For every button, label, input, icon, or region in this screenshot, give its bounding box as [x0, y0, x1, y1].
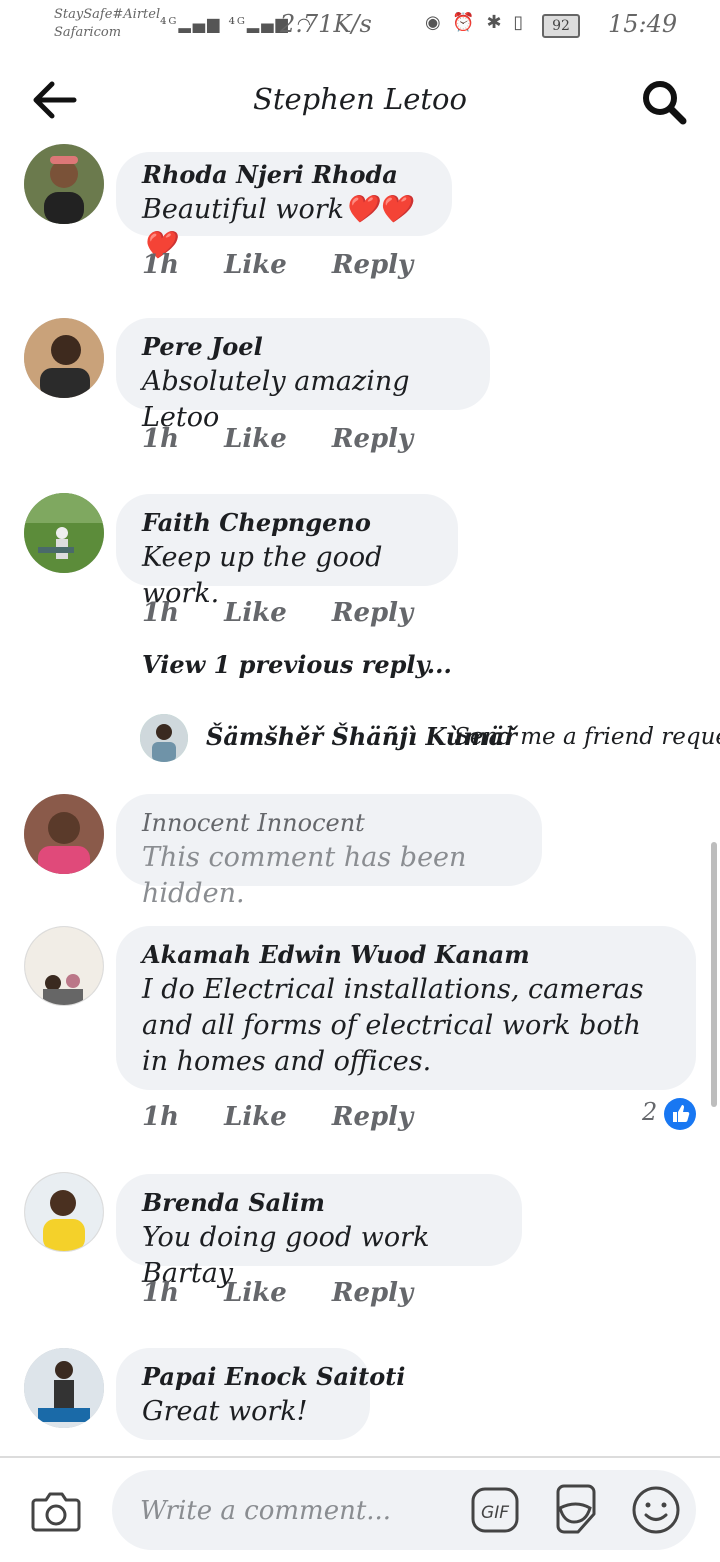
- comment-time: 1h: [142, 424, 179, 454]
- comment-input-box[interactable]: GIF: [112, 1470, 696, 1550]
- comment-bubble[interactable]: Faith Chepngeno Keep up the good work.: [116, 494, 458, 609]
- reply-button[interactable]: Reply: [332, 598, 413, 628]
- comment-text: Great work!: [142, 1396, 308, 1427]
- reply-button[interactable]: Reply: [332, 424, 413, 454]
- comment-time: 1h: [142, 1278, 179, 1308]
- network-speed: 2.71K/s: [280, 10, 372, 38]
- like-button[interactable]: Like: [224, 424, 287, 454]
- reply-button[interactable]: Reply: [332, 250, 413, 280]
- gif-icon: GIF: [471, 1487, 519, 1533]
- comment-author[interactable]: Faith Chepngeno: [142, 506, 432, 540]
- scrollbar[interactable]: [711, 842, 717, 1107]
- emoji-button[interactable]: [630, 1484, 682, 1536]
- comment-author[interactable]: Pere Joel: [142, 330, 464, 364]
- smiley-icon: [632, 1486, 680, 1534]
- reaction-count[interactable]: 2: [642, 1098, 657, 1126]
- comment-bubble[interactable]: Papai Enock Saitoti Great work!: [116, 1348, 405, 1440]
- sticker-button[interactable]: [550, 1482, 602, 1536]
- comment-author[interactable]: Papai Enock Saitoti: [142, 1360, 405, 1394]
- page-title: Stephen Letoo: [253, 82, 467, 116]
- carrier-1: StaySafe#Airtel: [54, 7, 161, 22]
- comment-author[interactable]: Akamah Edwin Wuod Kanam: [142, 938, 670, 972]
- comment-composer: GIF: [0, 1456, 720, 1562]
- comment-bubble[interactable]: Innocent Innocent This comment has been …: [116, 794, 542, 909]
- carrier-info: StaySafe#Airtel Safaricom: [54, 6, 160, 42]
- header: Stephen Letoo: [0, 52, 720, 148]
- comment-time: 1h: [142, 1102, 179, 1132]
- comment-text: I do Electrical installations, cameras a…: [142, 974, 644, 1077]
- avatar[interactable]: [24, 318, 104, 398]
- sticker-icon: [556, 1484, 596, 1534]
- carrier-2: Safaricom: [54, 25, 122, 40]
- status-bar: StaySafe#Airtel Safaricom ⁴ᴳ▂▄▆ ⁴ᴳ▂▄▆ ◠ …: [0, 0, 720, 52]
- avatar[interactable]: [24, 1172, 104, 1252]
- reply-button[interactable]: Reply: [332, 1102, 413, 1132]
- like-button[interactable]: Like: [224, 1102, 287, 1132]
- comment-bubble[interactable]: Akamah Edwin Wuod Kanam I do Electrical …: [116, 926, 696, 1090]
- reply-text: Send me a friend reque...: [454, 724, 720, 750]
- comment-actions: 1h Like Reply: [142, 1102, 449, 1132]
- battery-icon: 92: [542, 14, 580, 38]
- avatar[interactable]: [140, 714, 188, 762]
- view-previous-replies-link[interactable]: View 1 previous reply...: [142, 650, 452, 679]
- comment-text: This comment has been hidden.: [142, 842, 467, 909]
- like-button[interactable]: Like: [224, 598, 287, 628]
- reply-button[interactable]: Reply: [332, 1278, 413, 1308]
- avatar[interactable]: [24, 926, 104, 1006]
- avatar[interactable]: [24, 794, 104, 874]
- comment-actions: 1h Like Reply: [142, 598, 449, 628]
- comment-bubble[interactable]: Pere Joel Absolutely amazing Letoo: [116, 318, 490, 433]
- comment-author[interactable]: Brenda Salim: [142, 1186, 496, 1220]
- thumbs-up-icon: [664, 1098, 696, 1130]
- comment-time: 1h: [142, 598, 179, 628]
- gif-button[interactable]: GIF: [470, 1486, 520, 1534]
- camera-icon: [31, 1492, 81, 1532]
- comment-actions: 1h Like Reply: [142, 424, 449, 454]
- status-icons: ◉ ⏰ ✱ ▯: [425, 12, 527, 33]
- svg-text:GIF: GIF: [481, 1503, 509, 1523]
- comment-actions: 1h Like Reply: [142, 1278, 449, 1308]
- like-button[interactable]: Like: [224, 250, 287, 280]
- avatar[interactable]: [24, 493, 104, 573]
- like-button[interactable]: Like: [224, 1278, 287, 1308]
- comment-author[interactable]: Innocent Innocent: [142, 806, 516, 840]
- comment-author[interactable]: Rhoda Njeri Rhoda: [142, 158, 426, 192]
- search-button[interactable]: [640, 78, 688, 126]
- avatar[interactable]: [24, 144, 104, 224]
- camera-button[interactable]: [30, 1488, 82, 1534]
- reply-preview[interactable]: Šämšhěř Šhäñjì Kùmäř Send me a friend re…: [140, 714, 720, 764]
- comment-time: 1h: [142, 250, 179, 280]
- comment-bubble[interactable]: Brenda Salim You doing good work Bartay: [116, 1174, 522, 1289]
- avatar[interactable]: [24, 1348, 104, 1428]
- comment-actions: 1h Like Reply: [142, 250, 449, 280]
- comment-input[interactable]: [138, 1488, 462, 1534]
- comment-bubble[interactable]: Rhoda Njeri Rhoda Beautiful work❤️❤️❤️: [116, 152, 452, 261]
- search-icon: [643, 81, 687, 125]
- clock: 15:49: [608, 10, 678, 38]
